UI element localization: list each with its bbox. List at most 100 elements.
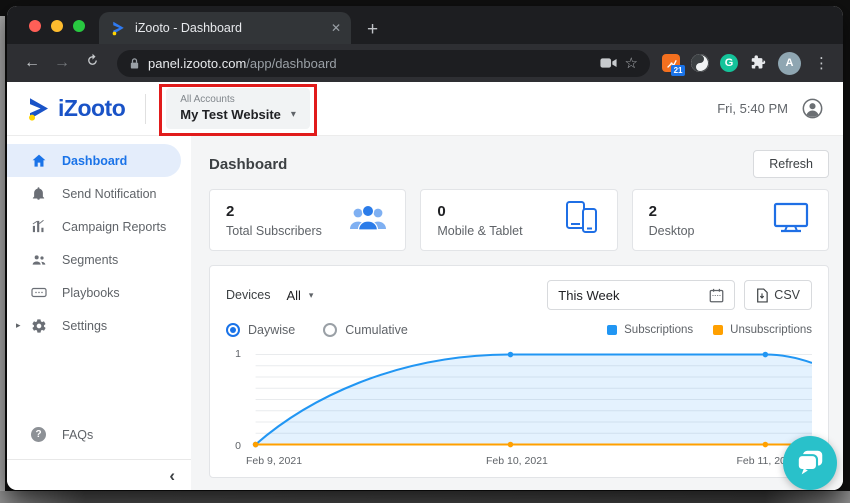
stat-card-total-subscribers: 2 Total Subscribers (209, 189, 407, 251)
analytics-extension-icon[interactable]: 21 (662, 54, 685, 76)
sidebar-item-label: Dashboard (62, 153, 128, 168)
account-selector-value: My Test Website (180, 107, 281, 122)
swirl-extension-icon[interactable] (691, 54, 709, 72)
browser-window: iZooto - Dashboard ✕ + ← → panel.izooto.… (7, 6, 843, 490)
stat-label: Total Subscribers (226, 223, 322, 238)
devices-filter-select[interactable]: All ▾ (286, 288, 313, 303)
legend-swatch-icon (607, 325, 618, 335)
media-camera-icon[interactable] (599, 57, 617, 69)
devices-filter-label: Devices (226, 288, 271, 302)
radio-label: Daywise (248, 323, 296, 337)
url-text: panel.izooto.com/app/dashboard (148, 56, 337, 71)
bookmark-star-icon[interactable]: ☆ (625, 56, 638, 71)
date-range-input[interactable]: This Week (547, 280, 736, 310)
sidebar-item-label: Send Notification (62, 186, 157, 201)
extensions-puzzle-icon[interactable] (749, 54, 767, 72)
tab-close-icon[interactable]: ✕ (331, 21, 341, 35)
csv-export-button[interactable]: CSV (744, 280, 812, 310)
sidebar-item-playbooks[interactable]: Playbooks (7, 276, 191, 309)
page-title: Dashboard (209, 155, 288, 173)
maximize-window-button[interactable] (73, 20, 85, 32)
forward-icon[interactable]: → (49, 54, 75, 72)
expand-caret-icon[interactable]: ▸ (16, 320, 21, 331)
sidebar-item-faqs[interactable]: ? FAQs (7, 418, 191, 451)
window-controls (29, 20, 85, 32)
new-tab-button[interactable]: + (367, 20, 378, 39)
background-edge-bottom (0, 491, 850, 503)
sidebar-item-dashboard[interactable]: Dashboard (7, 144, 181, 177)
y-axis: 1 0 (226, 347, 250, 452)
sidebar-item-campaign-reports[interactable]: Campaign Reports (7, 210, 191, 243)
x-axis: Feb 9, 2021 Feb 10, 2021 Feb 11, 2021 (246, 452, 812, 469)
stat-card-mobile-tablet: 0 Mobile & Tablet (420, 189, 618, 251)
radio-cumulative[interactable]: Cumulative (323, 323, 408, 337)
stat-label: Mobile & Tablet (437, 223, 523, 238)
mobile-tablet-icon (563, 200, 601, 241)
back-icon[interactable]: ← (19, 54, 45, 72)
devices-filter-value: All (286, 287, 301, 303)
sidebar-item-label: Settings (62, 318, 108, 333)
help-icon: ? (30, 426, 47, 443)
extension-badge: 21 (671, 65, 685, 76)
sidebar-item-settings[interactable]: ▸ Settings (7, 309, 191, 342)
radio-label: Cumulative (345, 323, 408, 337)
stat-label: Desktop (648, 223, 695, 238)
chat-widget-button[interactable] (783, 436, 837, 490)
browser-toolbar: ← → panel.izooto.com/app/dashboard ☆ 21 (7, 44, 843, 82)
stat-cards: 2 Total Subscribers 0 Mobile & Tablet 2 … (209, 189, 829, 251)
minimize-window-button[interactable] (51, 20, 63, 32)
chevron-down-icon: ▾ (290, 109, 296, 120)
browser-menu-icon[interactable]: ⋮ (812, 54, 829, 72)
browser-tab[interactable]: iZooto - Dashboard ✕ (99, 12, 351, 44)
y-tick-label: 1 (235, 348, 241, 360)
lock-icon (130, 57, 139, 69)
app-header: iZooto All Accounts My Test Website ▾ Fr… (7, 82, 843, 136)
izooto-logo-icon (29, 97, 48, 121)
stat-value: 2 (226, 202, 235, 220)
stat-value: 2 (648, 202, 657, 220)
sidebar-item-label: Segments (62, 252, 119, 267)
legend-label: Unsubscriptions (730, 324, 812, 336)
gear-icon (30, 317, 47, 334)
sidebar-collapse-icon[interactable]: ‹ (169, 467, 175, 484)
subscribers-group-icon (347, 201, 389, 240)
bell-icon (30, 185, 47, 202)
stat-card-desktop: 2 Desktop (631, 189, 829, 251)
user-account-icon[interactable] (802, 98, 823, 119)
url-path: /app/dashboard (246, 55, 337, 71)
close-window-button[interactable] (29, 20, 41, 32)
people-icon (30, 251, 47, 268)
stat-value: 0 (437, 202, 446, 220)
grammarly-extension-icon[interactable]: G (720, 54, 738, 72)
izooto-favicon-icon (112, 21, 124, 35)
browser-titlebar: iZooto - Dashboard ✕ + (7, 6, 843, 44)
radio-daywise[interactable]: Daywise (226, 323, 295, 337)
browser-profile-avatar[interactable]: A (778, 51, 801, 75)
chevron-down-icon: ▾ (308, 289, 314, 300)
sidebar-item-send-notification[interactable]: Send Notification (7, 177, 191, 210)
playbook-icon (30, 284, 47, 301)
csv-file-icon (757, 287, 769, 303)
izooto-logo: iZooto (27, 95, 126, 122)
refresh-button[interactable]: Refresh (753, 150, 829, 178)
date-range-value: This Week (558, 287, 620, 303)
home-icon (30, 152, 47, 169)
bar-chart-icon (30, 218, 47, 235)
trend-chart-plot[interactable] (250, 347, 812, 452)
trend-chart (252, 351, 812, 448)
legend-swatch-icon (713, 325, 724, 335)
chart-legend: Subscriptions Unsubscriptions (607, 324, 812, 336)
extensions-area: 21 G A ⋮ (662, 51, 829, 76)
reload-icon[interactable] (79, 53, 105, 73)
legend-unsubscriptions: Unsubscriptions (713, 324, 812, 336)
sidebar: Dashboard Send Notification Campaign Rep… (7, 136, 191, 490)
sidebar-item-label: Campaign Reports (62, 219, 167, 234)
sidebar-item-segments[interactable]: Segments (7, 243, 191, 276)
account-selector[interactable]: All Accounts My Test Website ▾ (159, 84, 317, 136)
address-bar[interactable]: panel.izooto.com/app/dashboard ☆ (117, 49, 650, 77)
x-tick-label: Feb 10, 2021 (485, 455, 548, 467)
header-divider (145, 93, 147, 124)
sidebar-item-label: FAQs (62, 427, 94, 442)
datetime-label: Fri, 5:40 PM (717, 101, 788, 116)
desktop-monitor-icon (770, 201, 812, 240)
